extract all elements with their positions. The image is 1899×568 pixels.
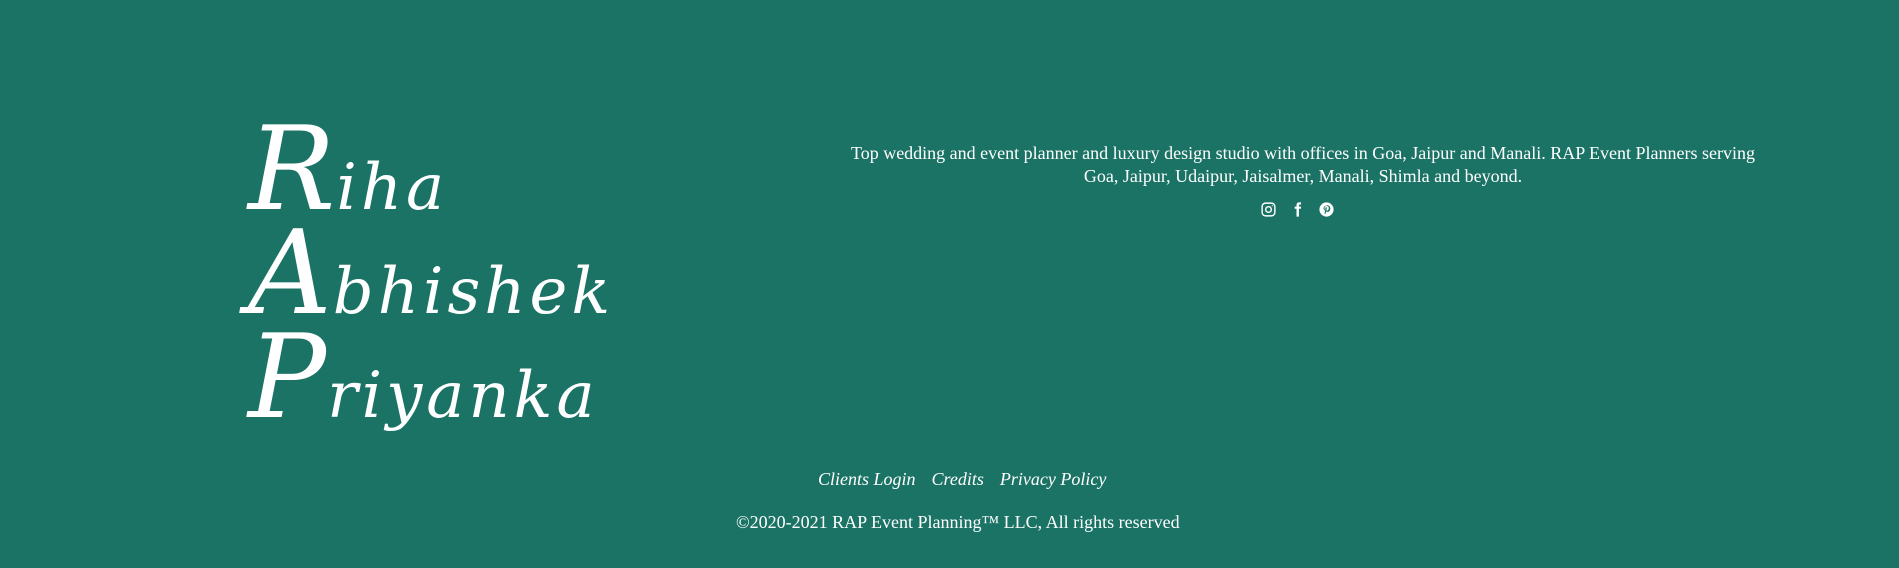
logo-word: bhishek [332,255,615,329]
clients-login-link[interactable]: Clients Login [818,468,916,490]
social-links [1259,200,1335,218]
privacy-policy-link[interactable]: Privacy Policy [1000,468,1106,490]
pinterest-icon[interactable] [1317,200,1335,218]
copyright-text: ©2020-2021 RAP Event Planning™ LLC, All … [736,512,1180,532]
logo-word: riyanka [327,359,599,433]
logo-initial: P [248,310,328,445]
footer-links: Clients Login Credits Privacy Policy [818,468,1106,490]
site-footer: Riha Abhishek Priyanka Top wedding and e… [0,0,1899,568]
instagram-icon[interactable] [1259,200,1277,218]
logo-word: iha [336,151,449,225]
logo-line-priyanka: Priyanka [248,320,608,436]
brand-logo[interactable]: Riha Abhishek Priyanka [248,112,610,436]
footer-description: Top wedding and event planner and luxury… [850,143,1756,186]
facebook-icon[interactable] [1288,200,1306,218]
credits-link[interactable]: Credits [932,468,984,490]
